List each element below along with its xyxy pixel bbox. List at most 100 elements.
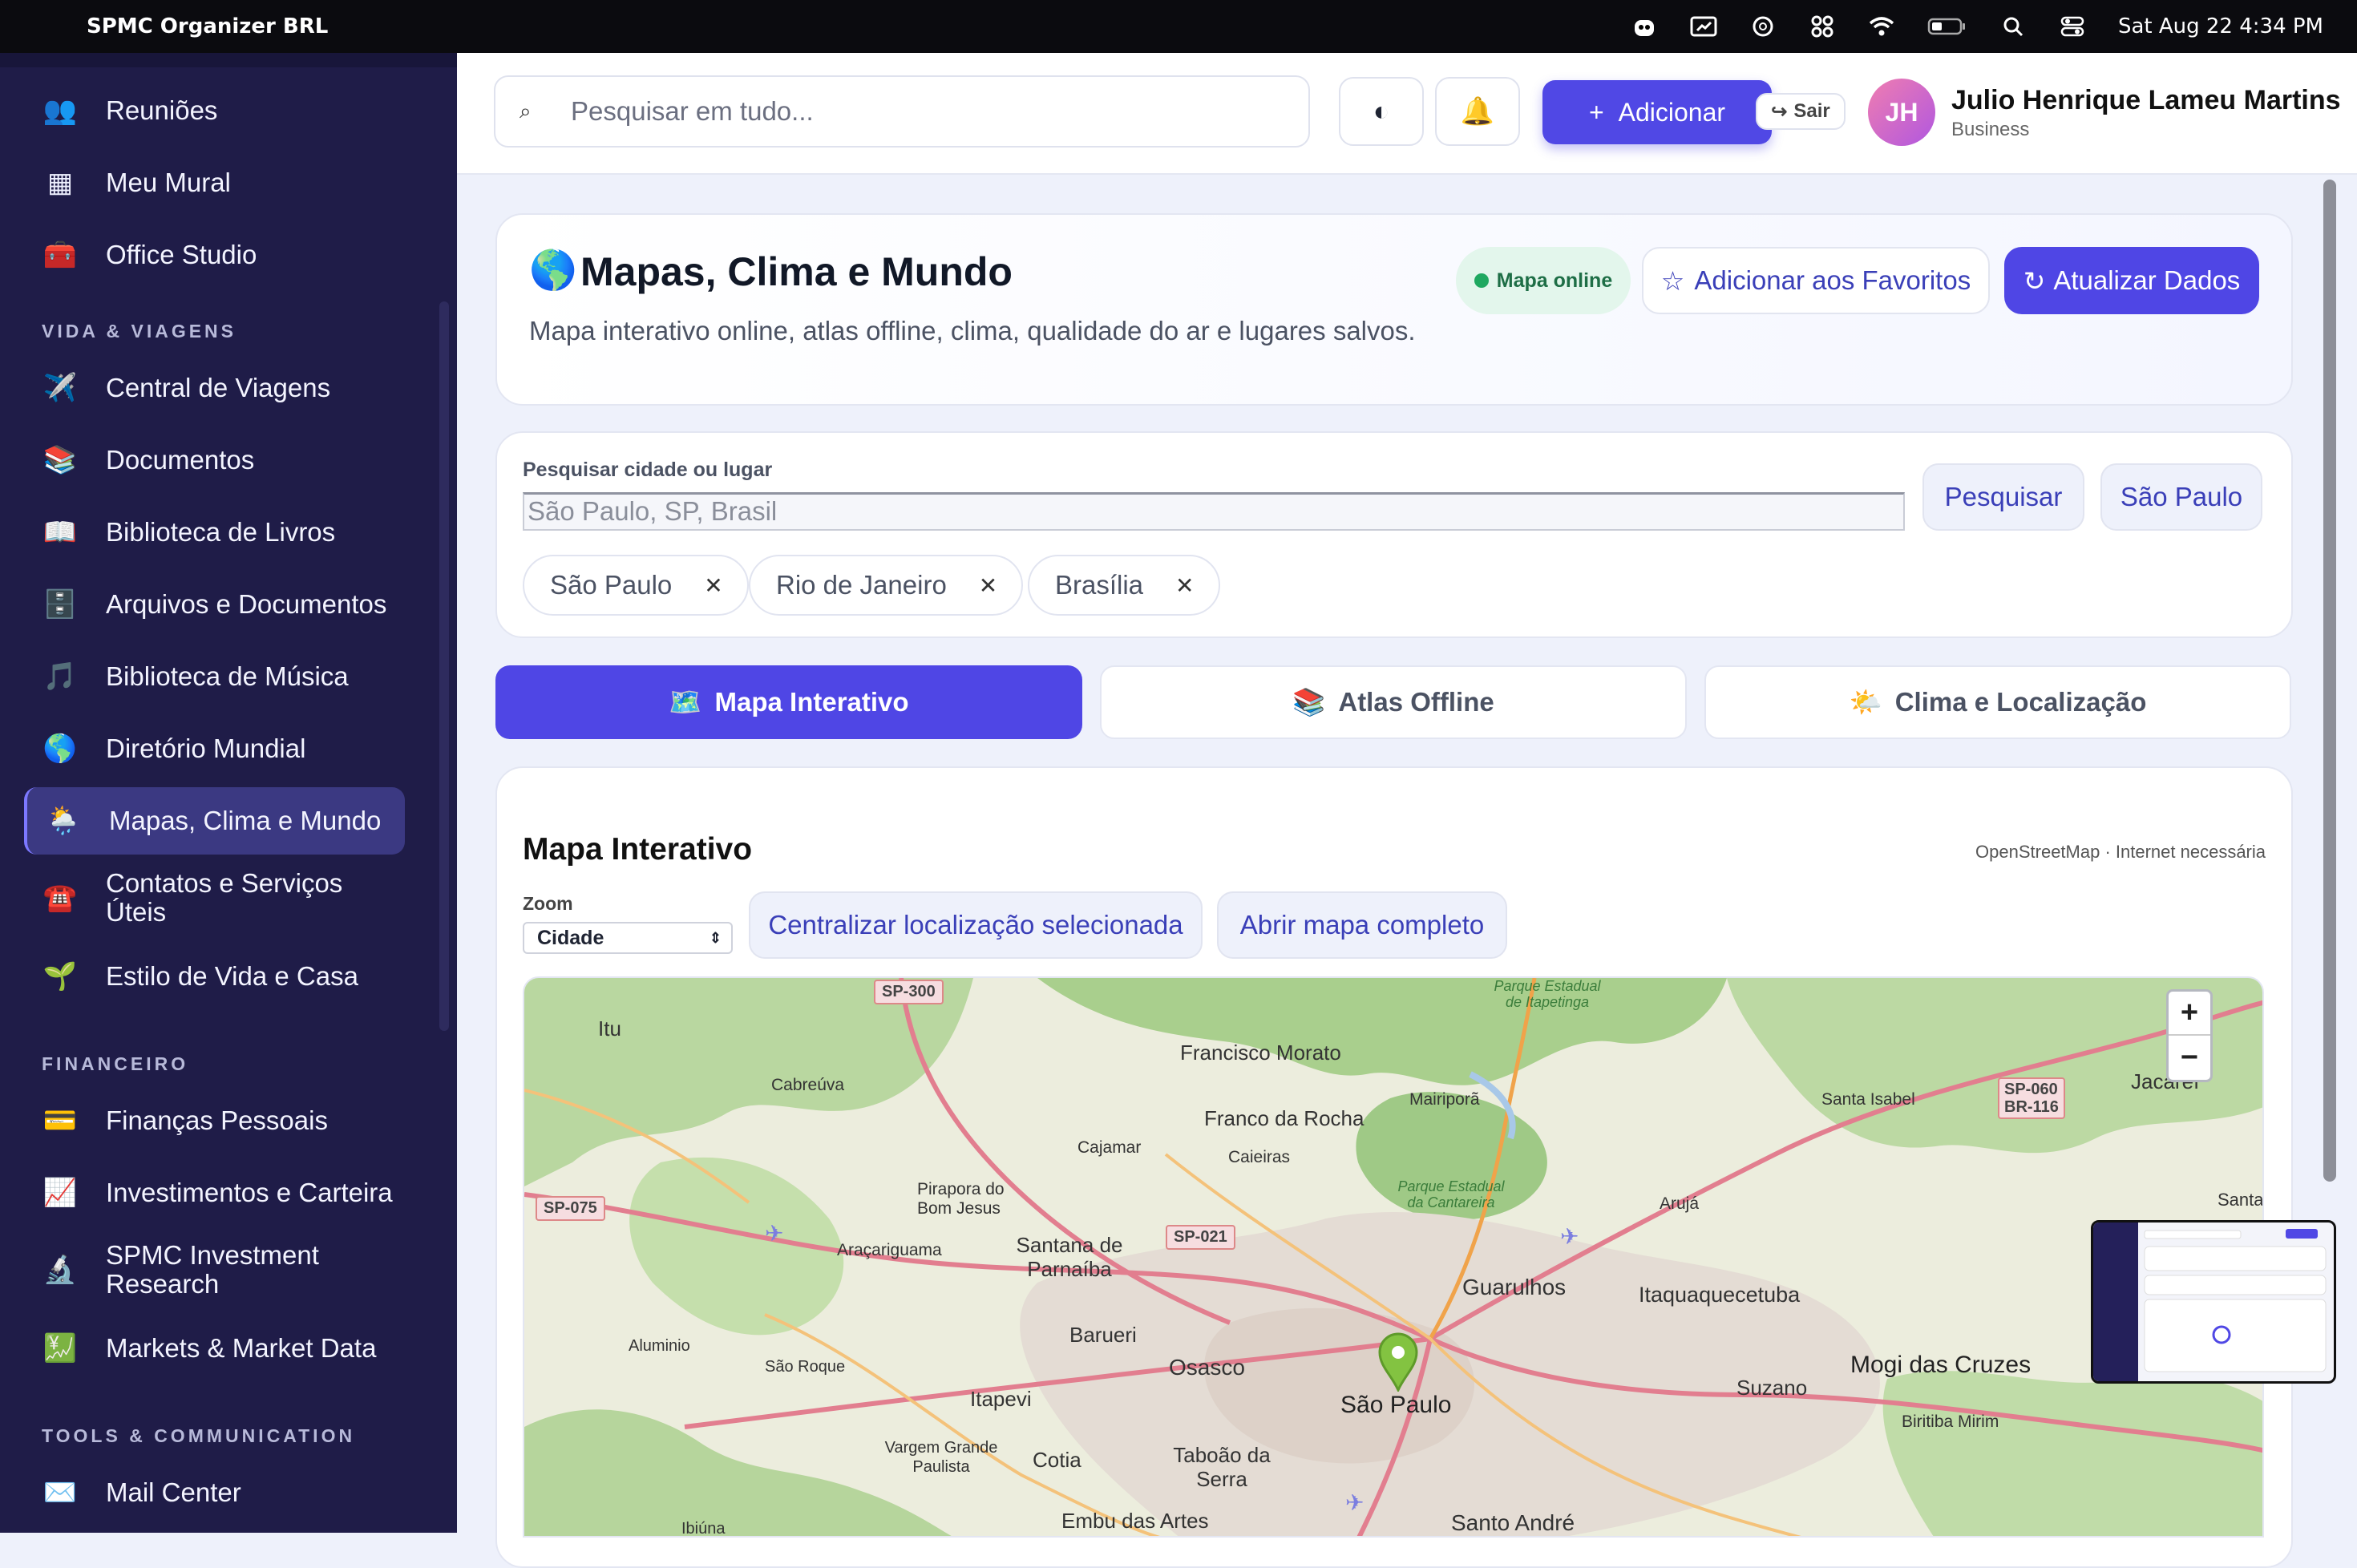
theme-toggle-button[interactable]: ◐ bbox=[1339, 77, 1424, 146]
sidebar-item-label: Central de Viagens bbox=[106, 373, 331, 402]
road-shield: SP-021 bbox=[1166, 1225, 1235, 1250]
sidebar-item-spmc-research[interactable]: 🔬 SPMC Investment Research bbox=[24, 1231, 405, 1308]
page-header-card: 🌎 Mapas, Clima e Mundo Mapa interativo o… bbox=[495, 213, 2293, 406]
zoom-out-button[interactable]: − bbox=[2169, 1036, 2210, 1080]
sidebar-scrollbar[interactable] bbox=[439, 301, 449, 1031]
interactive-map[interactable]: ✈ ✈ ✈ SP-300 SP-075 SP-021 SP-060 BR-116… bbox=[523, 976, 2264, 1538]
saved-place-chip[interactable]: São Paulo ✕ bbox=[523, 555, 749, 616]
sidebar-item-estilo-vida[interactable]: 🌱 Estilo de Vida e Casa bbox=[24, 943, 405, 1010]
open-full-map-button[interactable]: Abrir mapa completo bbox=[1217, 891, 1507, 959]
clock[interactable]: Sat Aug 22 4:34 PM bbox=[2118, 14, 2323, 38]
quick-sao-paulo-button[interactable]: São Paulo bbox=[2100, 463, 2262, 531]
road-shield: SP-075 bbox=[536, 1196, 605, 1221]
sidebar-item-office-studio[interactable]: 🧰 Office Studio bbox=[24, 221, 405, 289]
sidebar-item-financas[interactable]: 💳 Finanças Pessoais bbox=[24, 1087, 405, 1154]
openai-icon[interactable] bbox=[1749, 14, 1777, 38]
global-search-input[interactable]: ⌕ Pesquisar em tudo... bbox=[494, 75, 1310, 148]
saved-place-chip[interactable]: Brasília ✕ bbox=[1028, 555, 1220, 616]
add-favorite-label: Adicionar aos Favoritos bbox=[1694, 265, 1971, 295]
sidebar-item-reunioes[interactable]: 👥 Reuniões bbox=[24, 77, 405, 144]
map-label: São Paulo bbox=[1340, 1392, 1452, 1418]
avatar[interactable]: JH bbox=[1868, 79, 1935, 146]
close-icon[interactable]: ✕ bbox=[979, 572, 997, 599]
add-favorite-button[interactable]: ☆ Adicionar aos Favoritos bbox=[1642, 247, 1990, 314]
sun-cloud-icon: 🌤️ bbox=[1849, 686, 1882, 717]
sidebar-item-diretorio-mundial[interactable]: 🌎 Diretório Mundial bbox=[24, 715, 405, 782]
sidebar-item-mapas-clima[interactable]: 🌦️ Mapas, Clima e Mundo bbox=[24, 787, 405, 855]
sidebar-item-investimentos[interactable]: 📈 Investimentos e Carteira bbox=[24, 1159, 405, 1227]
sidebar-item-label: Estilo de Vida e Casa bbox=[106, 961, 358, 991]
contrast-icon: ◐ bbox=[1373, 95, 1390, 127]
map-label: Cotia bbox=[1033, 1448, 1081, 1472]
sidebar-item-biblioteca-livros[interactable]: 📖 Biblioteca de Livros bbox=[24, 499, 405, 566]
battery-icon[interactable] bbox=[1927, 14, 1967, 38]
people-icon: 👥 bbox=[42, 95, 78, 126]
saved-place-chip[interactable]: Rio de Janeiro ✕ bbox=[749, 555, 1024, 616]
control-grid-icon[interactable] bbox=[1809, 14, 1836, 38]
wifi-icon[interactable] bbox=[1868, 14, 1895, 38]
add-button[interactable]: + Adicionar bbox=[1542, 80, 1772, 144]
market-chart-icon: 💹 bbox=[42, 1333, 78, 1364]
zoom-select-value: Cidade bbox=[537, 926, 604, 949]
map-label: Francisco Morato bbox=[1180, 1041, 1341, 1065]
logout-icon: ↪ bbox=[1771, 100, 1788, 123]
close-icon[interactable]: ✕ bbox=[704, 572, 722, 599]
tab-atlas-offline[interactable]: 📚 Atlas Offline bbox=[1100, 665, 1687, 739]
notifications-button[interactable]: 🔔 bbox=[1435, 77, 1520, 146]
sidebar-item-biblioteca-musica[interactable]: 🎵 Biblioteca de Música bbox=[24, 643, 405, 710]
search-icon[interactable] bbox=[1999, 14, 2027, 38]
sidebar-item-label: Finanças Pessoais bbox=[106, 1105, 328, 1135]
chip-label: São Paulo bbox=[550, 570, 673, 600]
search-place-button[interactable]: Pesquisar bbox=[1922, 463, 2084, 531]
close-icon[interactable]: ✕ bbox=[1175, 572, 1194, 599]
map-label: São Roque bbox=[765, 1358, 846, 1376]
credit-card-icon: 💳 bbox=[42, 1105, 78, 1136]
top-bar: ⌕ Pesquisar em tudo... ◐ 🔔 + Adicionar ↪… bbox=[457, 53, 2357, 175]
place-search-input[interactable]: São Paulo, SP, Brasil bbox=[523, 492, 1905, 531]
map-label: Franco da Rocha bbox=[1204, 1106, 1364, 1130]
agent-icon[interactable] bbox=[1631, 14, 1658, 38]
map-label: Osasco bbox=[1169, 1355, 1245, 1380]
sidebar-item-label: Mapas, Clima e Mundo bbox=[109, 806, 382, 835]
park-label: Parque Estadual de Itapetinga bbox=[1494, 978, 1601, 1010]
refresh-data-button[interactable]: ↻ Atualizar Dados bbox=[2004, 247, 2259, 314]
logout-button[interactable]: ↪ Sair bbox=[1756, 93, 1846, 130]
envelope-icon: ✉️ bbox=[42, 1477, 78, 1508]
control-center-icon[interactable] bbox=[2059, 14, 2086, 38]
user-name[interactable]: Julio Henrique Lameu Martins bbox=[1951, 85, 2341, 116]
map-label: Mairiporã bbox=[1409, 1090, 1480, 1109]
map-attribution: OpenStreetMap · Internet necessária bbox=[1975, 842, 2266, 862]
map-label: Santa Isabel bbox=[1821, 1090, 1915, 1109]
map-zoom-control: + − bbox=[2166, 989, 2213, 1082]
center-location-button[interactable]: Centralizar localização selecionada bbox=[749, 891, 1203, 959]
sidebar-item-contatos[interactable]: ☎️ Contatos e Serviços Úteis bbox=[24, 859, 405, 936]
sidebar-item-mail-center[interactable]: ✉️ Mail Center bbox=[24, 1459, 405, 1526]
tab-mapa-interativo[interactable]: 🗺️ Mapa Interativo bbox=[495, 665, 1082, 739]
screen-share-icon[interactable] bbox=[1690, 14, 1717, 38]
zoom-select[interactable]: Cidade ⇕ bbox=[523, 922, 733, 954]
road-shield: SP-060 BR-116 bbox=[1998, 1077, 2065, 1119]
sidebar-item-meu-mural[interactable]: ▦ Meu Mural bbox=[24, 149, 405, 216]
map-label: Itu bbox=[598, 1016, 621, 1041]
content-scrollbar[interactable] bbox=[2323, 180, 2336, 1182]
sidebar-item-markets[interactable]: 💹 Markets & Market Data bbox=[24, 1315, 405, 1382]
location-pin-icon[interactable] bbox=[1377, 1331, 1419, 1392]
sidebar-item-arquivos[interactable]: 🗄️ Arquivos e Documentos bbox=[24, 571, 405, 638]
bell-icon: 🔔 bbox=[1460, 96, 1495, 127]
zoom-in-button[interactable]: + bbox=[2169, 992, 2210, 1036]
chip-label: Brasília bbox=[1055, 570, 1144, 600]
sidebar-item-documentos[interactable]: 📚 Documentos bbox=[24, 426, 405, 494]
tab-clima-localizacao[interactable]: 🌤️ Clima e Localização bbox=[1704, 665, 2291, 739]
airplane-icon: ✈️ bbox=[42, 373, 78, 403]
map-label: Taboão da Serra bbox=[1173, 1443, 1271, 1491]
tab-label: Atlas Offline bbox=[1338, 687, 1494, 717]
chevron-updown-icon: ⇕ bbox=[709, 929, 722, 946]
sidebar-item-central-viagens[interactable]: ✈️ Central de Viagens bbox=[24, 354, 405, 422]
screenshot-thumbnail[interactable] bbox=[2091, 1220, 2336, 1384]
board-icon: ▦ bbox=[46, 168, 74, 198]
books-icon: 📚 bbox=[42, 445, 78, 475]
app-name[interactable]: SPMC Organizer BRL bbox=[87, 14, 328, 38]
plus-icon: + bbox=[1588, 97, 1604, 127]
status-area: Sat Aug 22 4:34 PM bbox=[1631, 14, 2323, 38]
status-badge-label: Mapa online bbox=[1496, 269, 1613, 292]
